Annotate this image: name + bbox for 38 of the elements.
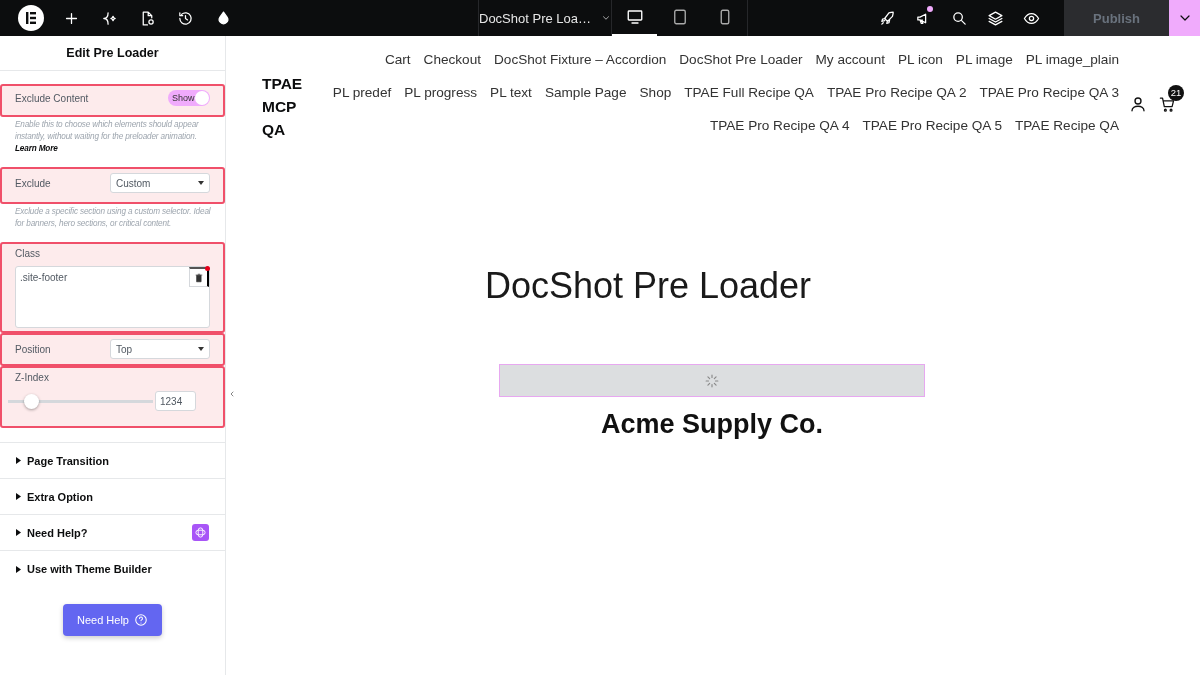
select-field[interactable]: Top (110, 339, 210, 359)
learn-more-link[interactable]: Learn More (15, 144, 58, 153)
help-text: Exclude a specific section using a custom selector. Ideal for banners, hero sections, or critical content. (14, 206, 212, 230)
nav-link[interactable]: TPAE Pro Recipe QA 5 (862, 118, 1002, 133)
field-label: Z-Index (15, 372, 49, 383)
nav-link[interactable]: TPAE Pro Recipe QA 2 (826, 85, 967, 100)
nav-link[interactable]: PL image (955, 52, 1013, 67)
field-label: Exclude Content (15, 92, 89, 104)
field-label: Exclude (15, 177, 51, 189)
nav-link[interactable]: Cart (384, 52, 411, 67)
company-name: Acme Supply Co. (599, 409, 824, 440)
nav-link[interactable]: PL icon (898, 52, 943, 67)
nav-link[interactable]: PL text (490, 85, 532, 100)
nav-link[interactable]: TPAE Full Recipe QA (684, 85, 814, 100)
field-label: Position (15, 343, 51, 355)
nav-link[interactable]: Checkout (423, 52, 481, 67)
nav-link[interactable]: Shop (639, 85, 672, 100)
nav-link[interactable]: TPAE Pro Recipe QA 3 (979, 85, 1119, 100)
site-logo[interactable]: TPAE MCP QA (262, 72, 314, 141)
number-field[interactable]: 1234 (155, 391, 196, 411)
nav-link[interactable]: DocShot Fixture – Accordion (494, 52, 667, 67)
toggle-switch[interactable]: Show (168, 90, 210, 106)
field-label: Class (15, 248, 40, 259)
panel-title: Edit Pre Loader (0, 36, 225, 71)
nav-link[interactable]: Sample Page (544, 85, 627, 100)
select-field[interactable]: Custom (110, 173, 210, 193)
help-text: Enable this to choose which elements should appear instantly, without waiting for the preloader animation. Learn More (14, 119, 200, 155)
nav-link[interactable]: TPAE Recipe QA (1015, 118, 1119, 133)
page-title: DocShot Pre Loader (483, 265, 813, 307)
nav-link[interactable]: TPAE Pro Recipe QA 4 (709, 118, 850, 133)
nav-link[interactable]: My account (815, 52, 885, 67)
nav-link[interactable]: DocShot Pre Loader (679, 52, 803, 67)
need-help-button[interactable]: Need Help (63, 604, 162, 636)
cart-count: 21 (1168, 84, 1184, 101)
nav-link[interactable]: PL progress (404, 85, 478, 100)
nav-link[interactable]: PL predef (332, 85, 392, 100)
class-textarea[interactable]: .site-footer (15, 266, 210, 328)
nav-link[interactable]: PL image_plain (1025, 52, 1119, 67)
